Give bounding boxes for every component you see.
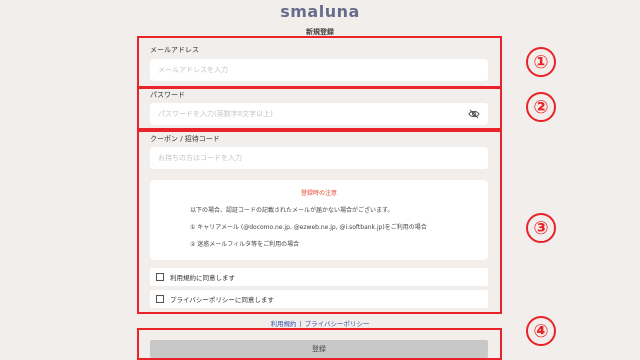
- annotation-frame-1: [137, 36, 502, 88]
- annotation-frame-2: [137, 87, 502, 130]
- app-logo: smaluna: [280, 2, 360, 21]
- annotation-number-4: ④: [526, 316, 556, 346]
- annotation-frame-3: [137, 130, 502, 314]
- privacy-policy-link[interactable]: プライバシーポリシー: [305, 320, 370, 328]
- link-separator: |: [299, 320, 302, 328]
- annotation-number-2: ②: [526, 92, 556, 122]
- annotation-frame-4: [137, 328, 502, 360]
- annotation-number-1: ①: [526, 47, 556, 77]
- annotation-number-3: ③: [526, 213, 556, 243]
- terms-link[interactable]: 利用規約: [270, 320, 296, 328]
